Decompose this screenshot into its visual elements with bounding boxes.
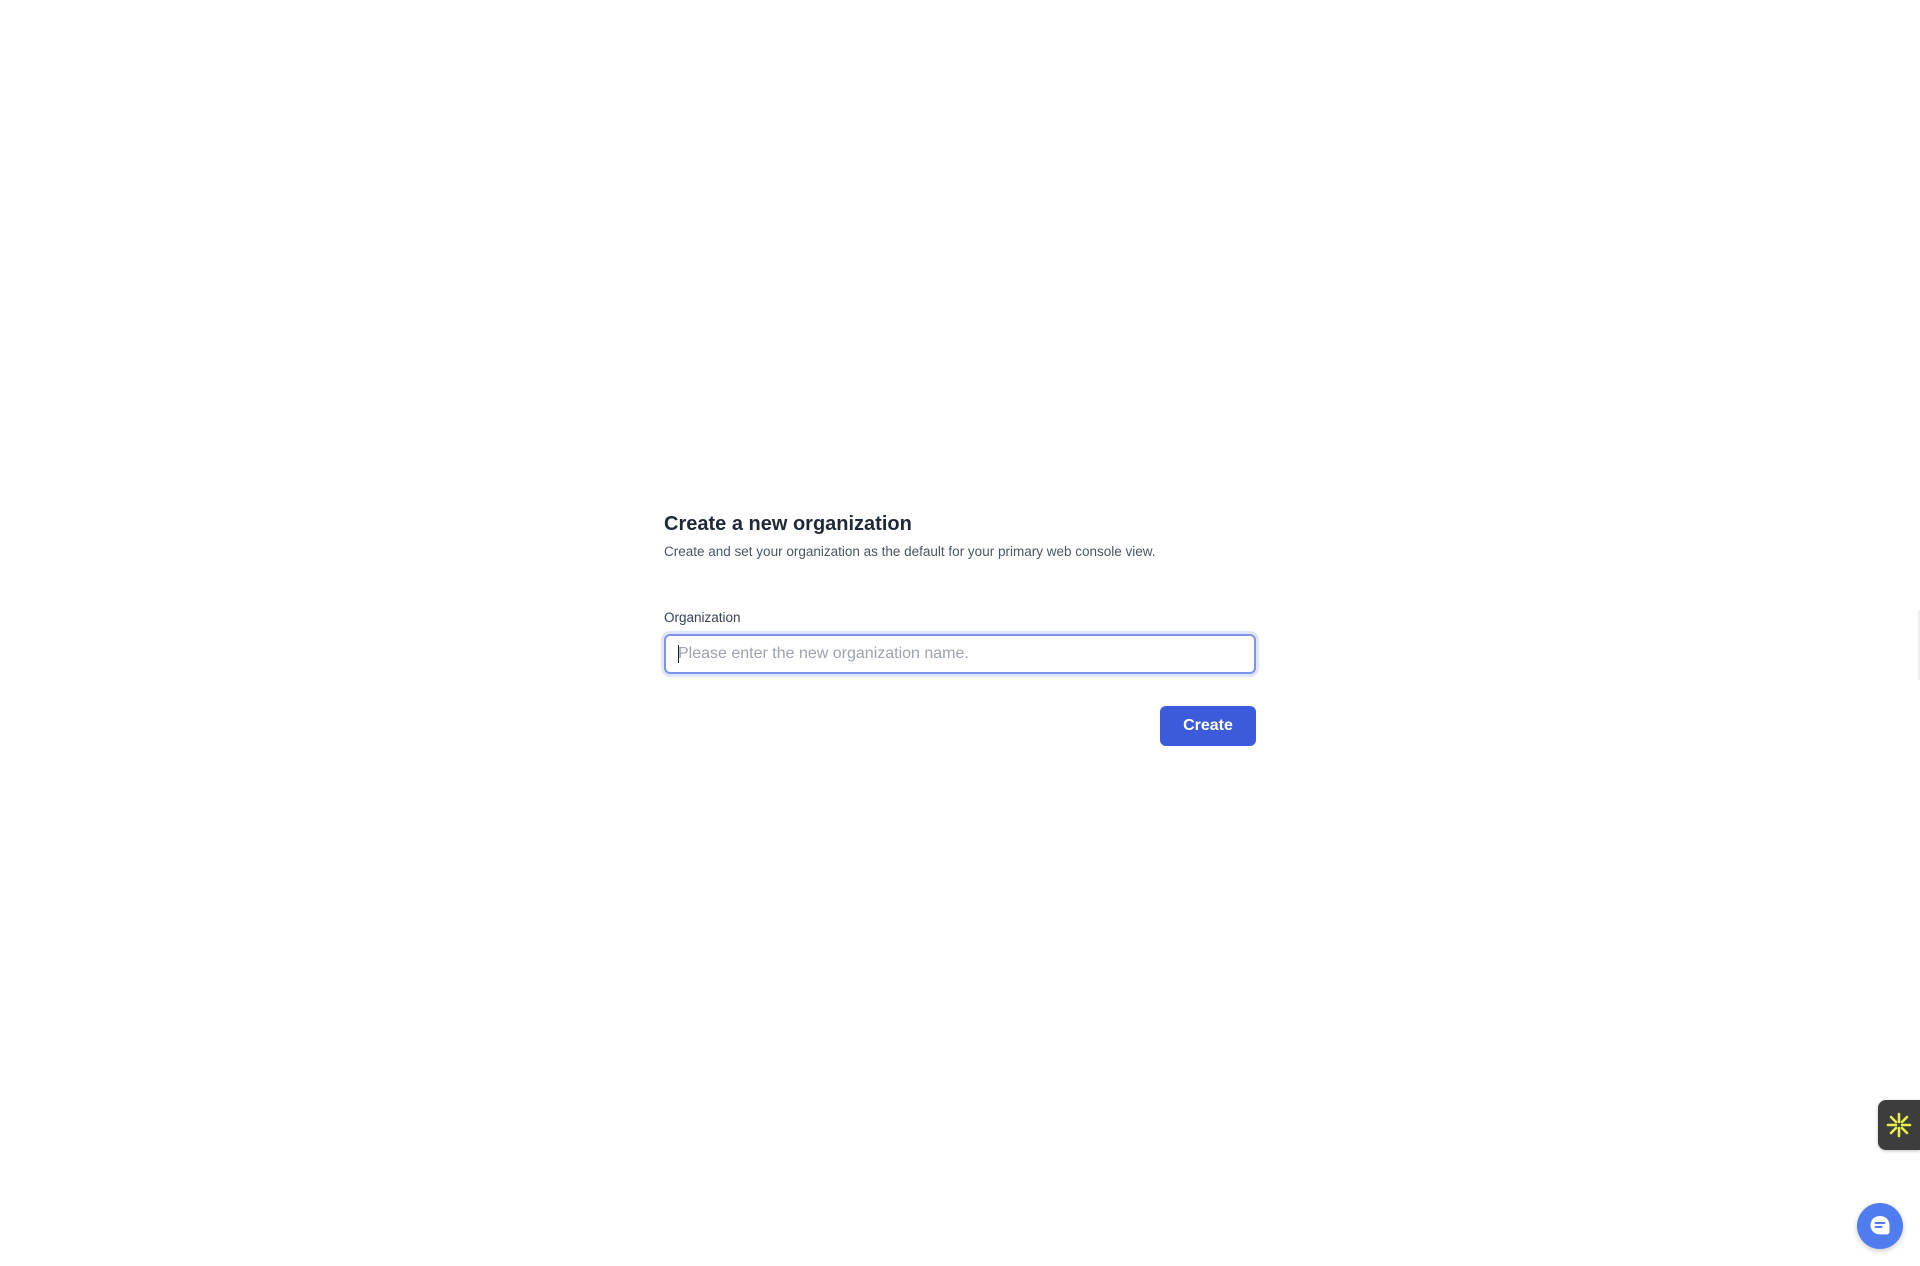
page-subtitle: Create and set your organization as the … [664,544,1156,559]
chat-bubble-icon [1870,1216,1890,1235]
page: Create a new organization Create and set… [0,0,1920,1266]
text-caret [678,645,679,663]
sparkle-icon [1886,1112,1912,1138]
chat-launcher-button[interactable] [1857,1203,1903,1249]
edge-panel-handle [1916,610,1920,680]
create-organization-form: Create a new organization Create and set… [664,510,1256,746]
organization-name-input[interactable] [666,636,1254,672]
side-feedback-widget[interactable] [1878,1100,1920,1150]
organization-label: Organization [664,610,741,625]
page-title: Create a new organization [664,513,912,535]
organization-input-wrapper [664,634,1256,674]
create-button[interactable]: Create [1160,706,1256,746]
form-actions: Create [664,706,1256,746]
